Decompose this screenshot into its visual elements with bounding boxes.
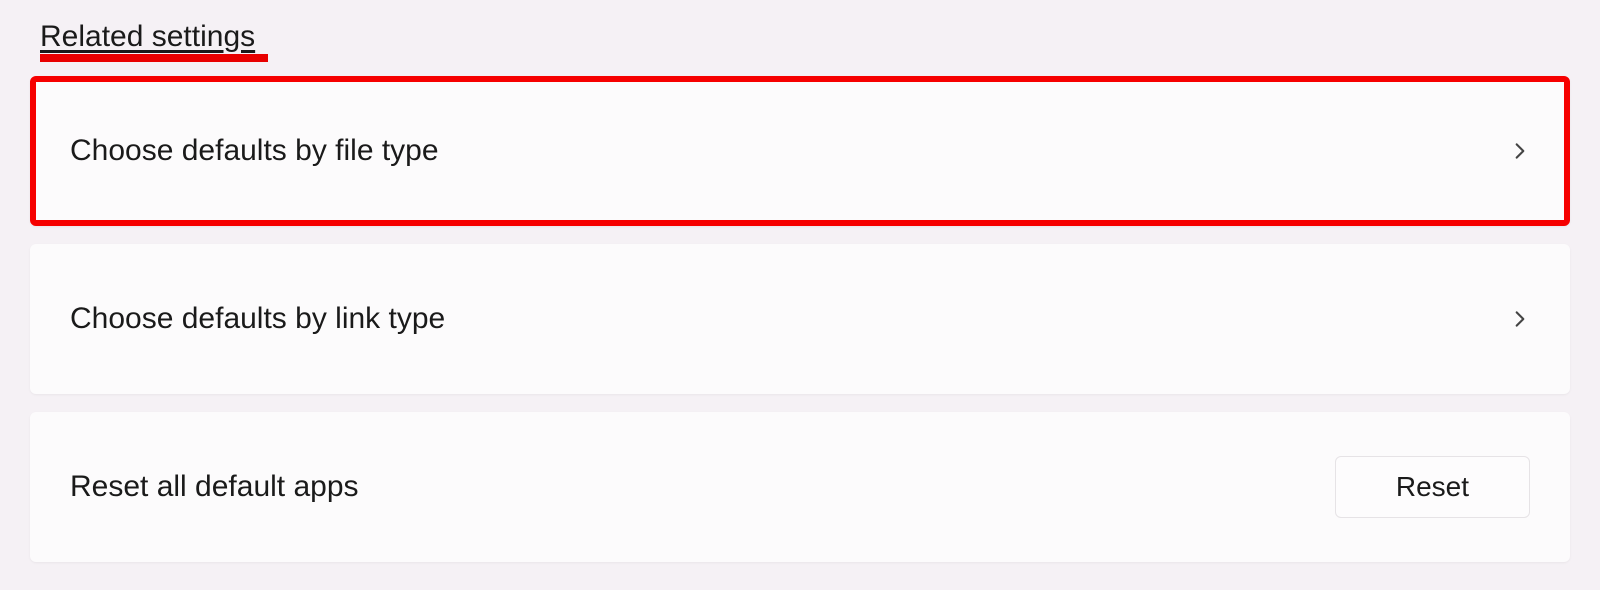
reset-default-apps-label: Reset all default apps bbox=[70, 470, 359, 504]
choose-defaults-link-type-label: Choose defaults by link type bbox=[70, 302, 445, 336]
choose-defaults-link-type-row[interactable]: Choose defaults by link type bbox=[30, 244, 1570, 394]
reset-default-apps-row: Reset all default apps Reset bbox=[30, 412, 1570, 562]
choose-defaults-file-type-label: Choose defaults by file type bbox=[70, 134, 439, 168]
choose-defaults-file-type-row[interactable]: Choose defaults by file type bbox=[30, 76, 1570, 226]
chevron-right-icon bbox=[1510, 141, 1530, 161]
reset-button[interactable]: Reset bbox=[1335, 456, 1530, 518]
related-settings-heading: Related settings bbox=[40, 20, 255, 54]
chevron-right-icon bbox=[1510, 309, 1530, 329]
